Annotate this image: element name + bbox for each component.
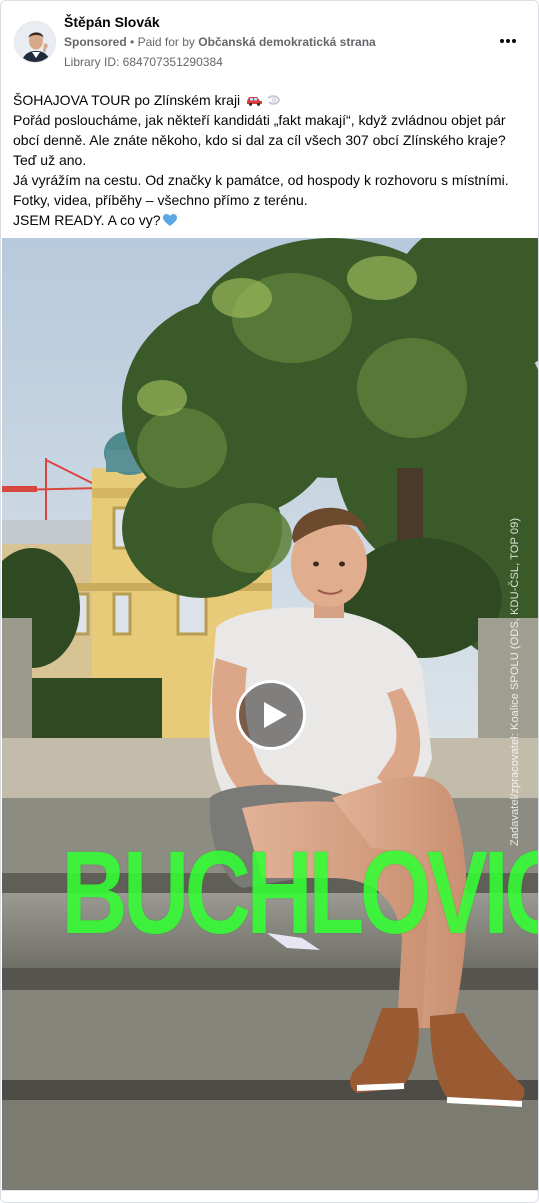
dash-emoji (267, 95, 281, 105)
card-footer (1, 1190, 538, 1202)
play-icon (264, 702, 287, 728)
car-emoji (247, 97, 263, 106)
ad-header: Štěpán Slovák Sponsored • Paid for by Ob… (1, 1, 538, 77)
post-line-5: JSEM READY. A co vy? (13, 210, 528, 230)
ad-card: Štěpán Slovák Sponsored • Paid for by Ob… (0, 0, 539, 1203)
library-id: Library ID: 684707351290384 (64, 55, 223, 69)
author-name[interactable]: Štěpán Slovák (64, 14, 160, 30)
author-avatar[interactable] (14, 21, 56, 63)
post-line-4: Fotky, videa, příběhy – všechno přímo z … (13, 192, 308, 208)
blue-heart-emoji (162, 214, 177, 226)
video-player[interactable]: Zadavatel/zpracovatel: Koalice SPOLU (OD… (2, 238, 538, 1190)
more-options-button[interactable] (496, 31, 520, 51)
play-button[interactable] (236, 680, 306, 750)
location-overlay-title: BUCHLOVICE (61, 827, 538, 959)
post-line-1: ŠOHAJOVA TOUR po Zlínském kraji (13, 90, 528, 110)
video-credit-vertical: Zadavatel/zpracovatel: Koalice SPOLU (OD… (509, 517, 521, 846)
post-line-3: Já vyrážím na cestu. Od značky k památce… (13, 172, 509, 188)
sponsored-line: Sponsored • Paid for by Občanská demokra… (64, 35, 376, 49)
paid-for-prefix: Paid for by (137, 35, 195, 49)
sponsored-label: Sponsored (64, 35, 127, 49)
post-line-2: Pořád posloucháme, jak někteří kandidáti… (13, 112, 506, 168)
post-text: ŠOHAJOVA TOUR po Zlínském kraji Pořád po… (13, 90, 528, 230)
payer-name[interactable]: Občanská demokratická strana (198, 35, 375, 49)
more-horizontal-icon (498, 39, 517, 43)
meta-separator: • (130, 35, 135, 49)
